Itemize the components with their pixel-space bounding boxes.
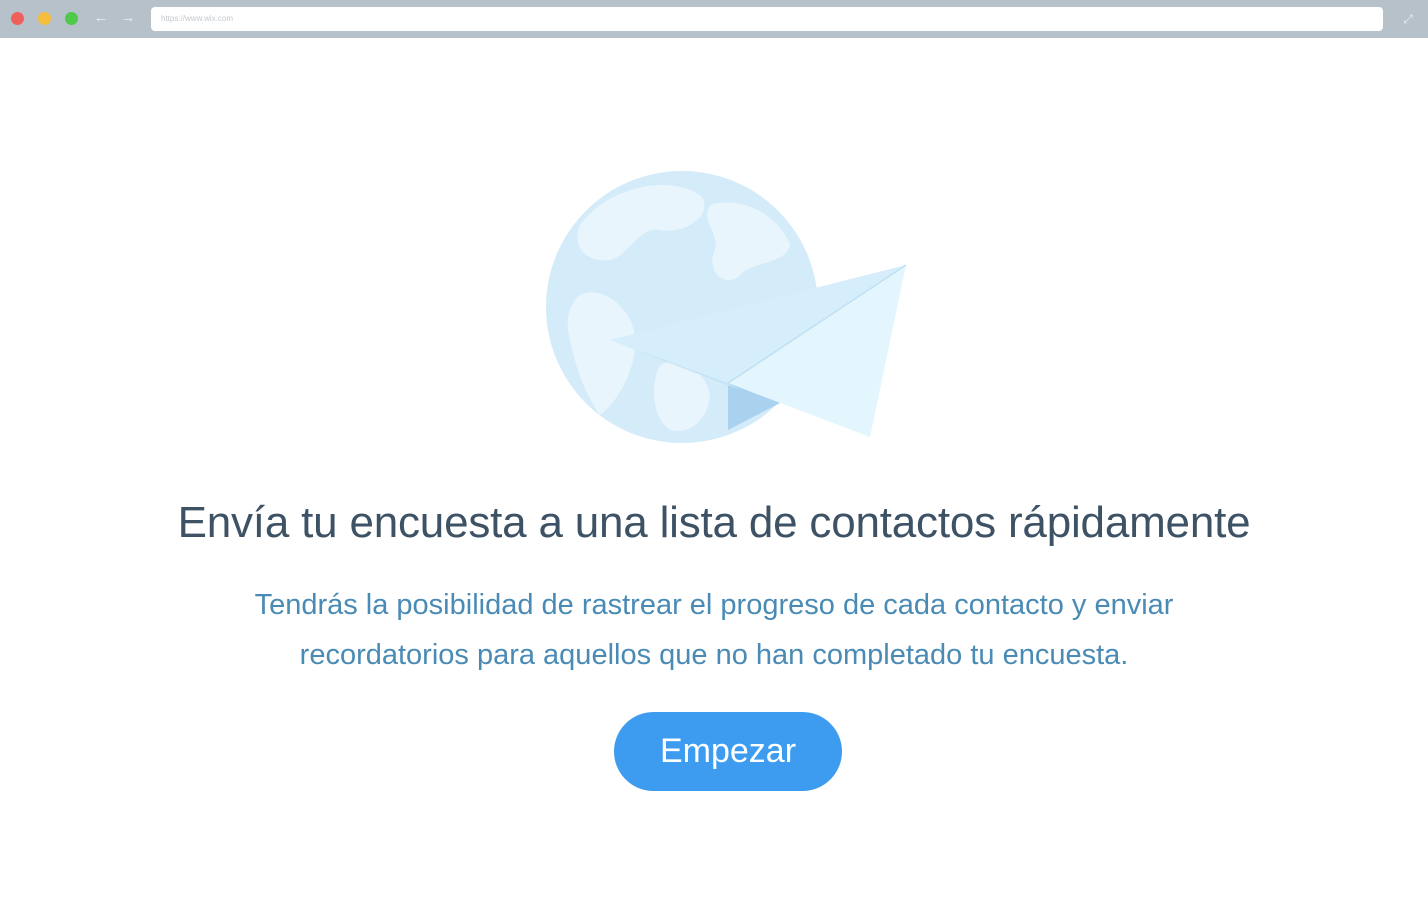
globe-paper-plane-icon xyxy=(546,171,907,443)
description-line: recordatorios para aquellos que no han c… xyxy=(299,639,1129,671)
start-button[interactable]: Empezar xyxy=(614,712,842,791)
expand-icon[interactable]: ⤢ xyxy=(1400,11,1416,27)
address-bar[interactable]: https://www.wix.com xyxy=(151,7,1383,31)
close-window-button[interactable] xyxy=(11,12,24,25)
maximize-window-button[interactable] xyxy=(65,12,78,25)
browser-toolbar: ← → https://www.wix.com ⤢ xyxy=(0,0,1428,38)
page-description: Tendrás la posibilidad de rastrear el pr… xyxy=(0,580,1428,680)
minimize-window-button[interactable] xyxy=(38,12,51,25)
description-line: Tendrás la posibilidad de rastrear el pr… xyxy=(254,589,1174,621)
arrow-right-icon[interactable]: → xyxy=(119,9,137,27)
page-title: Envía tu encuesta a una lista de contact… xyxy=(177,498,1251,547)
arrow-left-icon[interactable]: ← xyxy=(92,9,110,27)
